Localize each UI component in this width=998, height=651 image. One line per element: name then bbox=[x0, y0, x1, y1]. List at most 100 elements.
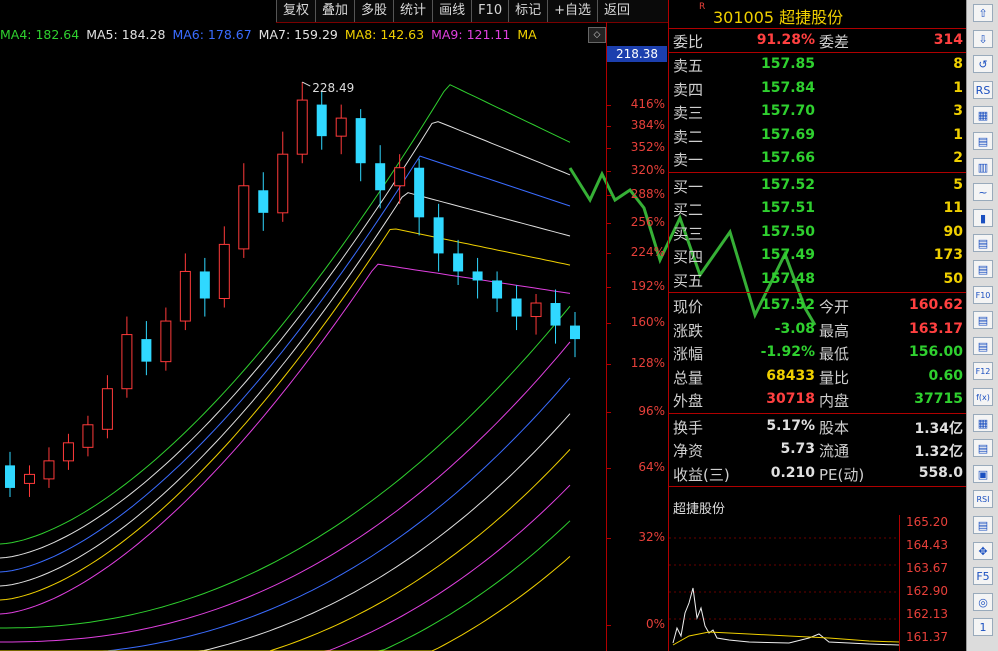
toolbar: 复权 叠加 多股 统计 画线 F10 标记 +自选 返回 bbox=[276, 0, 668, 23]
toolbar-button-2[interactable]: 多股 bbox=[354, 0, 393, 22]
ma-legend-item: MA7: 159.29 bbox=[258, 26, 338, 42]
quote-row: 外盘 30718 内盘 37715 bbox=[669, 388, 967, 412]
toolbar-button-3[interactable]: 统计 bbox=[393, 0, 432, 22]
mini-axis-tick: 162.90 bbox=[906, 584, 948, 598]
ma-legend-item: MA5: 184.28 bbox=[86, 26, 166, 42]
toolbar-button-4[interactable]: 画线 bbox=[432, 0, 471, 22]
side-tool-icon[interactable]: ~ bbox=[973, 183, 993, 202]
side-tool-icon[interactable]: ▥ bbox=[973, 157, 993, 176]
quote-label-2: 股本 bbox=[819, 418, 850, 437]
quote-label: 买五 bbox=[673, 271, 704, 290]
side-tool-icon[interactable]: ▤ bbox=[973, 260, 993, 278]
stock-title[interactable]: 301005 超捷股份 bbox=[713, 4, 843, 28]
separator bbox=[669, 171, 967, 173]
side-tool-icon[interactable]: ▤ bbox=[973, 336, 993, 355]
ma-legend-toggle-icon[interactable]: ◇ bbox=[588, 27, 606, 43]
candle-body bbox=[433, 217, 444, 254]
candle-body bbox=[199, 271, 210, 299]
side-tool-icon[interactable]: ✥ bbox=[973, 541, 993, 560]
mini-intraday-chart[interactable] bbox=[669, 518, 899, 651]
quote-volume: 2 bbox=[953, 150, 963, 166]
wei-row: 委比 91.28% 委差 314 bbox=[669, 29, 967, 53]
mini-chart-title: 超捷股份 bbox=[673, 502, 726, 517]
toolbar-button-0[interactable]: 复权 bbox=[276, 0, 315, 22]
side-tool-icon[interactable]: ▮ bbox=[973, 208, 993, 227]
candle-body bbox=[121, 334, 133, 390]
quote-label: 卖三 bbox=[673, 104, 704, 122]
candle-body bbox=[453, 253, 464, 272]
quote-value: 157.52 bbox=[760, 176, 815, 193]
side-tool-icon[interactable]: ◎ bbox=[973, 592, 993, 611]
ma-line bbox=[0, 520, 571, 651]
quote-row: 卖二 157.69 1 bbox=[669, 124, 967, 148]
quote-value: 157.50 bbox=[760, 223, 815, 240]
price-axis-tick: 224% bbox=[630, 245, 665, 259]
side-tool-icon[interactable]: RSI bbox=[973, 490, 993, 509]
quote-value-2: 163.17 bbox=[908, 320, 963, 337]
quote-volume: 8 bbox=[953, 56, 963, 72]
candle-body bbox=[414, 167, 425, 218]
candle-body bbox=[394, 167, 406, 187]
side-tool-icon[interactable]: ▤ bbox=[973, 439, 993, 458]
quote-value-2: 156.00 bbox=[908, 344, 963, 360]
mini-price-line bbox=[672, 587, 899, 646]
side-tool-icon[interactable]: ▦ bbox=[973, 413, 993, 432]
side-tool-icon[interactable]: 1 bbox=[973, 618, 993, 637]
quote-row: 卖四 157.84 1 bbox=[669, 77, 967, 101]
quote-label: 买三 bbox=[673, 224, 704, 243]
price-axis-tick: 32% bbox=[638, 530, 665, 544]
price-axis-tick-mark bbox=[607, 538, 611, 539]
side-tool-icon[interactable]: ↺ bbox=[973, 55, 993, 74]
quote-value: 157.85 bbox=[760, 56, 815, 72]
quote-label-2: 流通 bbox=[819, 442, 850, 460]
quote-value: 157.70 bbox=[760, 103, 815, 119]
side-tool-icon[interactable]: ▦ bbox=[973, 106, 993, 125]
quote-panel: R 301005 超捷股份 委比 91.28% 委差 314 卖五 157.85 8 卖四 15… bbox=[668, 0, 967, 651]
ma-line bbox=[0, 228, 571, 601]
ma-legend-item: MA8: 142.63 bbox=[344, 26, 425, 42]
side-tool-icon[interactable]: F10 bbox=[973, 285, 993, 304]
quote-volume: 1 bbox=[953, 79, 963, 96]
quote-label: 买一 bbox=[673, 177, 704, 196]
quote-row: 卖一 157.66 2 bbox=[669, 147, 967, 171]
side-tool-icon[interactable]: ▣ bbox=[973, 464, 993, 483]
ma-legend-item: MA9: 121.11 bbox=[431, 26, 511, 42]
side-tool-icon[interactable]: ▤ bbox=[973, 311, 993, 330]
side-tool-icon[interactable]: ⇩ bbox=[973, 29, 993, 48]
price-axis-tick: 128% bbox=[630, 356, 665, 370]
toolbar-button-7[interactable]: +自选 bbox=[547, 0, 597, 22]
candle-body bbox=[375, 163, 386, 191]
mini-axis-tick: 164.43 bbox=[906, 538, 948, 552]
side-tool-bar: ⇧ ⇩ ↺ RS ▦ ▤ ▥ ~ ▮ ▤ ▤ F10 ▤ ▤ F12 f(x) ▦ ▤ ▣ RSI ▤ ✥ F5 ◎ 1 bbox=[966, 0, 998, 651]
quote-row: 买二 157.51 11 bbox=[669, 197, 967, 221]
candle-body bbox=[5, 465, 15, 488]
quote-label: 外盘 bbox=[673, 392, 704, 410]
price-axis-tick-mark bbox=[607, 126, 611, 127]
kline-chart[interactable]: 228.49 bbox=[0, 44, 606, 651]
quote-row: 净资 5.73 流通 1.32亿 bbox=[669, 438, 967, 462]
candle-body bbox=[62, 442, 74, 462]
toolbar-button-8[interactable]: 返回 bbox=[597, 0, 636, 22]
rong-badge: R bbox=[699, 2, 706, 12]
quote-label-2: 最高 bbox=[819, 321, 850, 340]
quote-volume: 11 bbox=[943, 200, 963, 216]
toolbar-button-6[interactable]: 标记 bbox=[508, 0, 547, 22]
side-tool-icon[interactable]: f(x) bbox=[973, 388, 993, 406]
side-tool-icon[interactable]: ▤ bbox=[973, 516, 993, 534]
side-tool-icon[interactable]: F5 bbox=[973, 567, 993, 586]
side-tool-icon[interactable]: F12 bbox=[973, 362, 993, 381]
ma-line bbox=[0, 341, 571, 643]
quote-value: 0.210 bbox=[770, 464, 815, 481]
candle-body bbox=[101, 388, 113, 430]
side-tool-icon[interactable]: ▤ bbox=[973, 132, 993, 150]
quote-value-2: 1.34亿 bbox=[914, 420, 963, 437]
side-tool-icon[interactable]: RS bbox=[973, 80, 993, 99]
side-tool-icon[interactable]: ▤ bbox=[973, 234, 993, 253]
candle-body bbox=[179, 270, 191, 322]
quote-row: 换手 5.17% 股本 1.34亿 bbox=[669, 415, 967, 439]
toolbar-button-5[interactable]: F10 bbox=[471, 0, 508, 22]
side-tool-icon[interactable]: ⇧ bbox=[973, 4, 993, 22]
quote-value: 157.69 bbox=[760, 126, 815, 143]
toolbar-button-1[interactable]: 叠加 bbox=[315, 0, 354, 22]
separator bbox=[669, 412, 967, 414]
